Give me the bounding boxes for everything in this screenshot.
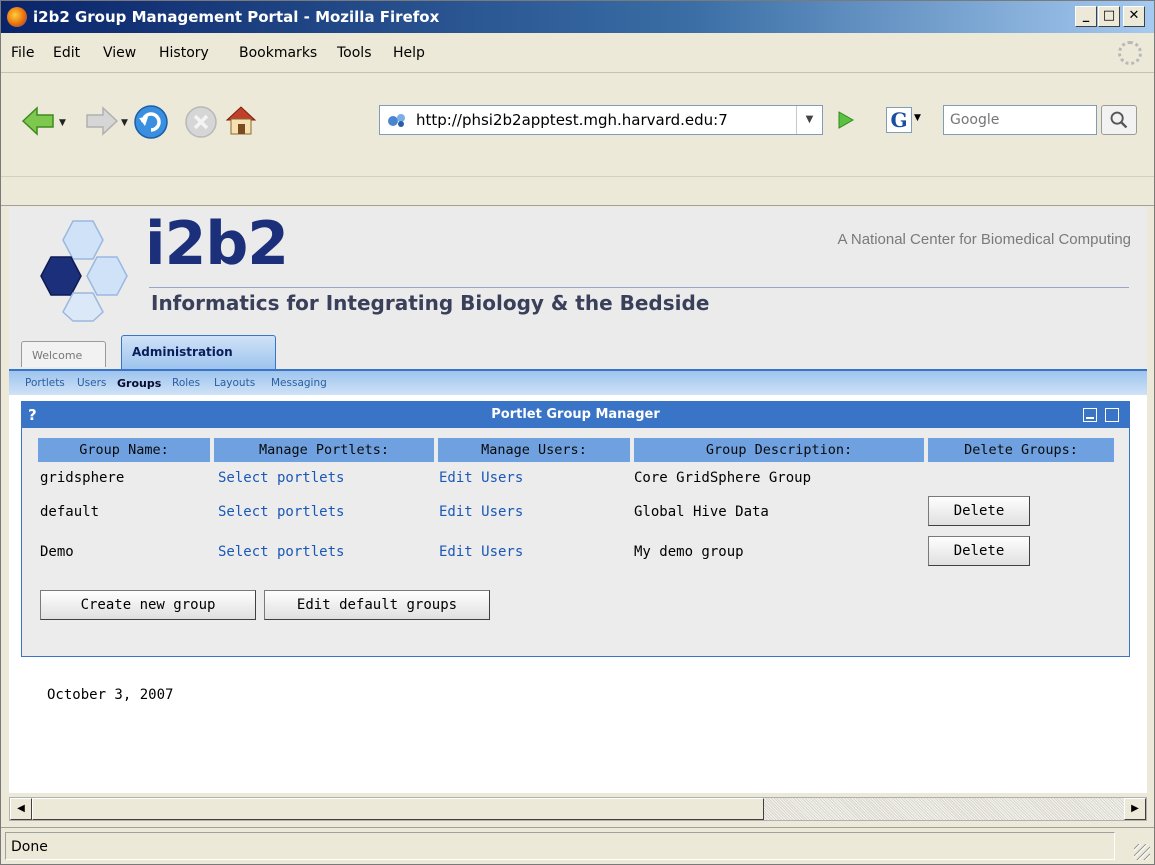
- subnav-item-users[interactable]: Users: [77, 377, 106, 389]
- logo-text: i2b2: [145, 209, 289, 279]
- subnav-item-roles[interactable]: Roles: [172, 377, 200, 389]
- minimize-button[interactable]: _: [1075, 6, 1097, 27]
- portlet-minimize-icon[interactable]: [1083, 408, 1097, 422]
- subnav-item-messaging[interactable]: Messaging: [271, 377, 327, 389]
- search-button[interactable]: [1101, 105, 1137, 135]
- site-header: i2b2 Informatics for Integrating Biology…: [9, 207, 1147, 333]
- back-arrow-icon: [21, 106, 54, 136]
- national-center-text: A National Center for Biomedical Computi…: [837, 231, 1131, 248]
- menu-bookmarks[interactable]: Bookmarks: [239, 45, 317, 61]
- footer-date: October 3, 2007: [47, 687, 174, 703]
- column-header-manage-users: Manage Users:: [438, 438, 630, 462]
- subnav-item-groups[interactable]: Groups: [117, 377, 161, 390]
- subnav-item-layouts[interactable]: Layouts: [214, 377, 255, 389]
- url-text[interactable]: http://phsi2b2apptest.mgh.harvard.edu:7: [416, 111, 784, 129]
- browser-window: i2b2 Group Management Portal - Mozilla F…: [0, 0, 1155, 865]
- horizontal-scrollbar[interactable]: ◀ ▶: [9, 797, 1147, 821]
- navigation-toolbar: ▼ ▼ http://phsi2b2apptest.mgh.harvard.ed…: [1, 74, 1154, 178]
- search-bar[interactable]: [943, 105, 1097, 135]
- column-header-delete-groups: Delete Groups:: [928, 438, 1114, 462]
- go-button[interactable]: [834, 109, 856, 131]
- site-favicon-icon: [388, 114, 405, 127]
- menu-bar: File Edit View History Bookmarks Tools H…: [1, 33, 1154, 73]
- status-panel: [5, 832, 1115, 860]
- back-dropdown-icon[interactable]: ▼: [59, 118, 66, 128]
- subnav-item-portlets[interactable]: Portlets: [25, 377, 65, 389]
- title-bar[interactable]: i2b2 Group Management Portal - Mozilla F…: [1, 1, 1154, 33]
- menu-tools[interactable]: Tools: [337, 45, 372, 61]
- scroll-left-icon[interactable]: ◀: [10, 798, 32, 820]
- stop-icon: [185, 106, 217, 138]
- select-portlets-link[interactable]: Select portlets: [218, 470, 344, 486]
- throbber-icon: [1118, 41, 1142, 65]
- toolbar-separator: [1, 176, 1154, 177]
- menu-file[interactable]: File: [11, 45, 34, 61]
- bookmarks-toolbar: [1, 178, 1154, 206]
- forward-button[interactable]: [85, 104, 119, 138]
- sub-navigation: Portlets Users Groups Roles Layouts Mess…: [9, 369, 1147, 395]
- status-bar: Done: [1, 827, 1154, 864]
- maximize-button[interactable]: □: [1098, 6, 1120, 27]
- main-tabs: Welcome Administration: [9, 333, 1147, 369]
- magnifier-icon: [1110, 111, 1128, 129]
- group-name-cell: Demo: [40, 544, 74, 560]
- search-engine-selector[interactable]: G ▼: [886, 105, 940, 135]
- google-icon: G: [886, 107, 912, 133]
- search-engine-dropdown-icon[interactable]: ▼: [914, 113, 921, 123]
- scrollbar-thumb[interactable]: [32, 798, 764, 820]
- back-button[interactable]: [21, 104, 55, 138]
- select-portlets-link[interactable]: Select portlets: [218, 504, 344, 520]
- edit-users-link[interactable]: Edit Users: [439, 504, 523, 520]
- edit-default-groups-button[interactable]: Edit default groups: [264, 590, 490, 620]
- select-portlets-link[interactable]: Select portlets: [218, 544, 344, 560]
- column-header-group-description: Group Description:: [634, 438, 924, 462]
- column-header-manage-portlets: Manage Portlets:: [214, 438, 434, 462]
- menu-edit[interactable]: Edit: [53, 45, 80, 61]
- edit-users-link[interactable]: Edit Users: [439, 470, 523, 486]
- group-name-cell: gridsphere: [40, 470, 125, 486]
- stop-button[interactable]: [181, 102, 221, 142]
- home-icon: [225, 106, 257, 135]
- go-arrow-icon: [838, 111, 855, 129]
- search-input[interactable]: [944, 106, 1090, 134]
- forward-arrow-icon: [86, 106, 119, 136]
- portlet-group-manager: ? Portlet Group Manager Group Name: Mana…: [21, 401, 1130, 657]
- page-content: i2b2 Informatics for Integrating Biology…: [9, 207, 1147, 793]
- status-text: Done: [11, 839, 48, 855]
- group-description-cell: Global Hive Data: [634, 504, 769, 520]
- url-dropdown-icon[interactable]: ▼: [796, 106, 822, 134]
- portlet-header: ? Portlet Group Manager: [22, 402, 1129, 428]
- home-button[interactable]: [223, 102, 259, 138]
- group-name-cell: default: [40, 504, 100, 520]
- close-button[interactable]: ✕: [1123, 6, 1145, 27]
- firefox-icon: [7, 7, 27, 27]
- portlet-title: Portlet Group Manager: [491, 407, 660, 422]
- edit-users-link[interactable]: Edit Users: [439, 544, 523, 560]
- menu-view[interactable]: View: [103, 45, 136, 61]
- window-title: i2b2 Group Management Portal - Mozilla F…: [33, 8, 440, 26]
- delete-group-button[interactable]: Delete: [928, 536, 1030, 566]
- tagline: Informatics for Integrating Biology & th…: [151, 291, 710, 315]
- create-new-group-button[interactable]: Create new group: [40, 590, 256, 620]
- menu-help[interactable]: Help: [393, 45, 425, 61]
- tagline-rule: [149, 287, 1129, 288]
- column-header-group-name: Group Name:: [38, 438, 210, 462]
- tab-administration[interactable]: Administration: [121, 335, 276, 369]
- delete-group-button[interactable]: Delete: [928, 496, 1030, 526]
- group-description-cell: My demo group: [634, 544, 744, 560]
- forward-dropdown-icon[interactable]: ▼: [121, 118, 128, 128]
- url-bar[interactable]: http://phsi2b2apptest.mgh.harvard.edu:7 …: [379, 105, 823, 135]
- i2b2-hexagon-logo-icon: [40, 220, 128, 322]
- scrollbar-track[interactable]: [764, 798, 1124, 820]
- tab-welcome[interactable]: Welcome: [21, 341, 106, 367]
- reload-icon: [134, 105, 168, 139]
- resize-grip-icon[interactable]: [1134, 844, 1150, 860]
- menu-history[interactable]: History: [159, 45, 209, 61]
- scroll-right-icon[interactable]: ▶: [1124, 798, 1146, 820]
- group-description-cell: Core GridSphere Group: [634, 470, 812, 486]
- reload-button[interactable]: [131, 102, 171, 142]
- portlet-maximize-icon[interactable]: [1105, 408, 1119, 422]
